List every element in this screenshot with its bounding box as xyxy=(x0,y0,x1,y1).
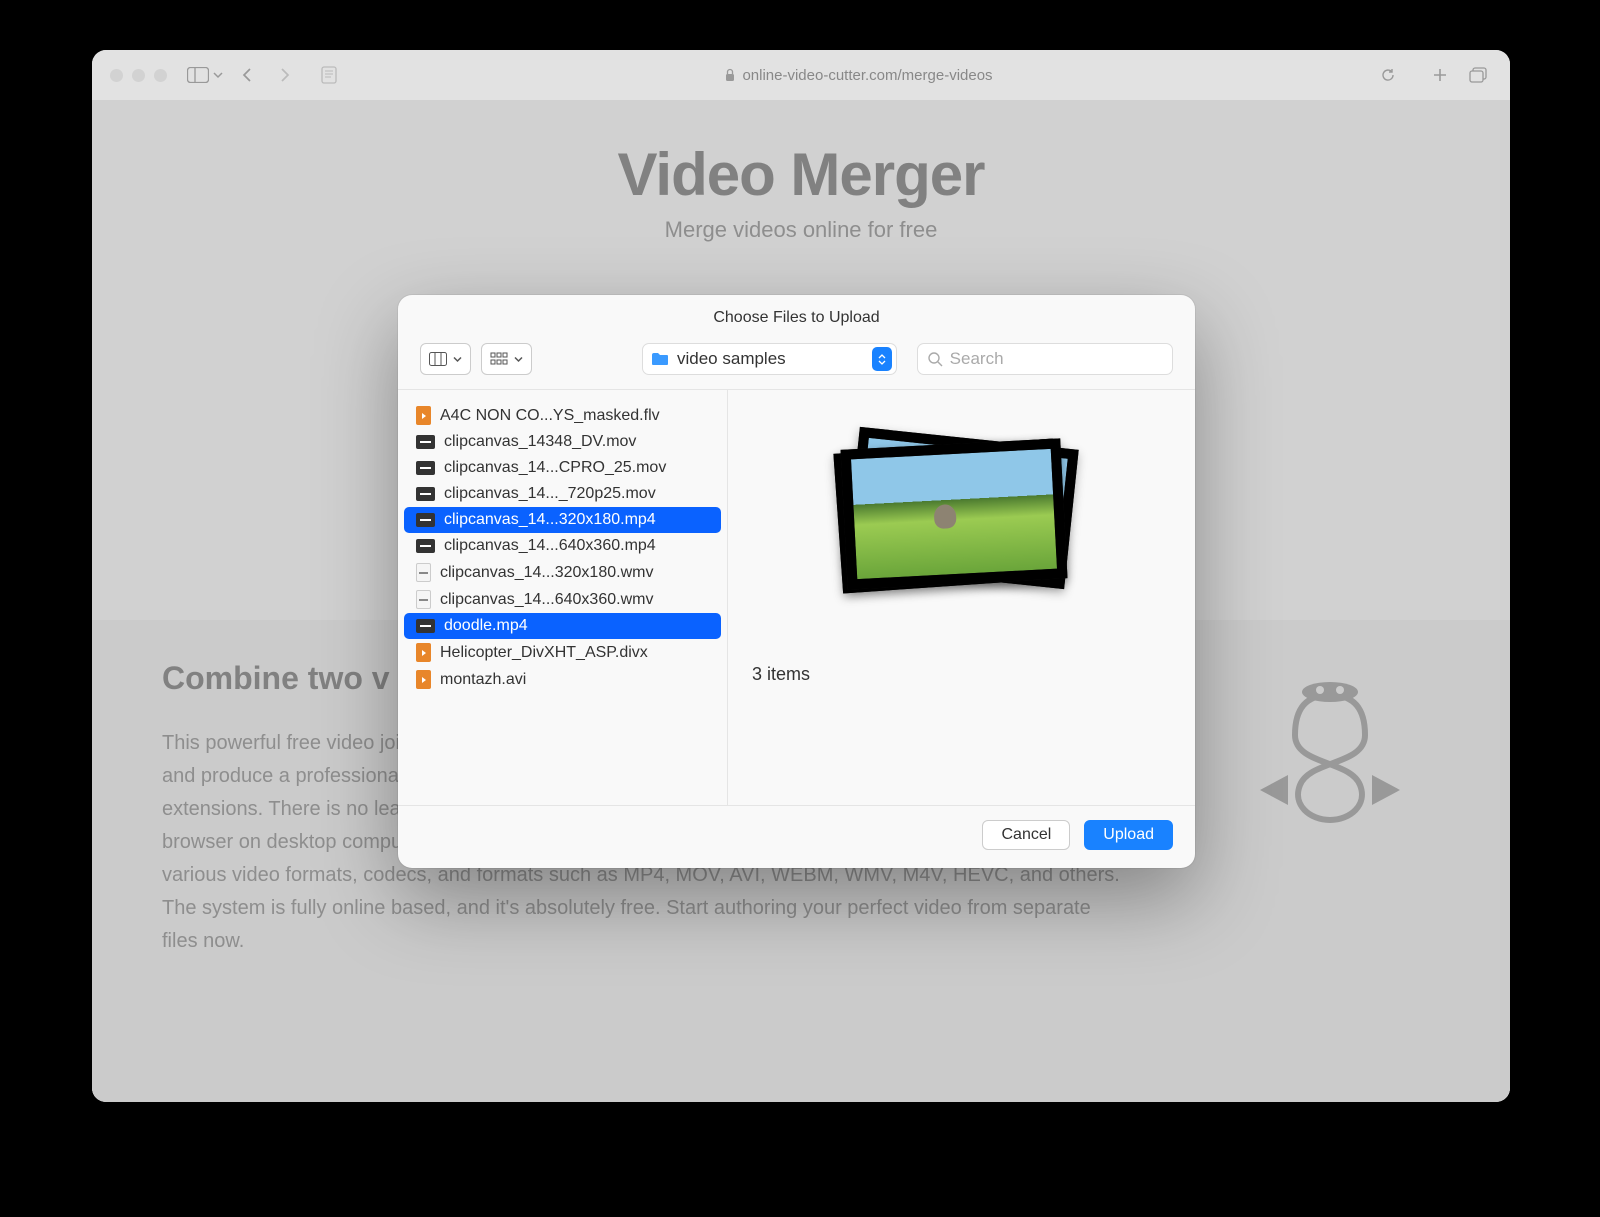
location-caret-icon xyxy=(872,347,892,371)
chevron-down-icon xyxy=(453,356,462,363)
file-item[interactable]: Helicopter_DivXHT_ASP.divx xyxy=(398,639,727,666)
zoom-dot[interactable] xyxy=(154,69,167,82)
tabs-button[interactable] xyxy=(1464,63,1492,87)
dialog-toolbar: video samples Search xyxy=(398,343,1195,389)
file-type-icon xyxy=(416,435,435,449)
file-name: clipcanvas_14...640x360.mp4 xyxy=(444,537,656,555)
file-type-icon xyxy=(416,563,431,582)
dialog-footer: Cancel Upload xyxy=(398,805,1195,868)
file-name: clipcanvas_14...640x360.wmv xyxy=(440,591,653,609)
file-type-icon xyxy=(416,513,435,527)
chevron-down-icon xyxy=(213,71,223,79)
file-name: montazh.avi xyxy=(440,671,526,689)
folder-icon xyxy=(651,352,669,366)
close-dot[interactable] xyxy=(110,69,123,82)
file-type-icon xyxy=(416,461,435,475)
file-item[interactable]: montazh.avi xyxy=(398,666,727,693)
view-columns-button[interactable] xyxy=(420,343,471,375)
file-name: doodle.mp4 xyxy=(444,617,528,635)
browser-toolbar: online-video-cutter.com/merge-videos xyxy=(92,50,1510,100)
items-count: 3 items xyxy=(748,664,1175,685)
file-name: clipcanvas_14...320x180.wmv xyxy=(440,564,653,582)
file-type-icon xyxy=(416,406,431,425)
file-item[interactable]: clipcanvas_14...640x360.mp4 xyxy=(398,533,727,559)
file-type-icon xyxy=(416,590,431,609)
file-name: clipcanvas_14348_DV.mov xyxy=(444,433,636,451)
file-type-icon xyxy=(416,619,435,633)
dialog-title: Choose Files to Upload xyxy=(398,295,1195,343)
file-item[interactable]: clipcanvas_14..._720p25.mov xyxy=(398,481,727,507)
preview-stack xyxy=(832,430,1092,610)
preview-pane: 3 items xyxy=(728,390,1195,805)
file-name: clipcanvas_14...320x180.mp4 xyxy=(444,511,656,529)
file-type-icon xyxy=(416,487,435,501)
file-list[interactable]: A4C NON CO...YS_masked.flv clipcanvas_143… xyxy=(398,390,728,805)
file-item[interactable]: clipcanvas_14...640x360.wmv xyxy=(398,586,727,613)
file-name: clipcanvas_14..._720p25.mov xyxy=(444,485,656,503)
file-type-icon xyxy=(416,539,435,553)
file-item[interactable]: clipcanvas_14...320x180.mp4 xyxy=(404,507,721,533)
sidebar-toggle[interactable] xyxy=(187,67,223,83)
group-by-button[interactable] xyxy=(481,343,532,375)
file-name: Helicopter_DivXHT_ASP.divx xyxy=(440,644,648,662)
columns-icon xyxy=(429,352,447,366)
address-bar[interactable]: online-video-cutter.com/merge-videos xyxy=(383,67,1334,84)
file-item[interactable]: clipcanvas_14348_DV.mov xyxy=(398,429,727,455)
file-item[interactable]: doodle.mp4 xyxy=(404,613,721,639)
upload-button[interactable]: Upload xyxy=(1084,820,1173,850)
search-placeholder: Search xyxy=(950,349,1004,369)
search-icon xyxy=(928,352,943,367)
cancel-button[interactable]: Cancel xyxy=(982,820,1070,850)
reader-button[interactable] xyxy=(315,63,343,87)
location-label: video samples xyxy=(677,349,786,369)
chevron-down-icon xyxy=(514,356,523,363)
file-item[interactable]: A4C NON CO...YS_masked.flv xyxy=(398,402,727,429)
file-name: A4C NON CO...YS_masked.flv xyxy=(440,407,660,425)
dialog-body: A4C NON CO...YS_masked.flv clipcanvas_143… xyxy=(398,389,1195,805)
window-controls xyxy=(110,69,167,82)
grid-icon xyxy=(490,352,508,366)
back-button[interactable] xyxy=(233,63,261,87)
file-name: clipcanvas_14...CPRO_25.mov xyxy=(444,459,666,477)
preview-thumbnail xyxy=(840,438,1067,589)
file-item[interactable]: clipcanvas_14...CPRO_25.mov xyxy=(398,455,727,481)
minimize-dot[interactable] xyxy=(132,69,145,82)
url-text: online-video-cutter.com/merge-videos xyxy=(742,67,992,84)
forward-button[interactable] xyxy=(271,63,299,87)
search-input[interactable]: Search xyxy=(917,343,1173,375)
reload-button[interactable] xyxy=(1374,63,1402,87)
lock-icon xyxy=(724,68,736,82)
file-type-icon xyxy=(416,670,431,689)
file-picker-dialog: Choose Files to Upload video samples xyxy=(398,295,1195,868)
new-tab-button[interactable] xyxy=(1426,63,1454,87)
location-dropdown[interactable]: video samples xyxy=(642,343,897,375)
file-type-icon xyxy=(416,643,431,662)
file-item[interactable]: clipcanvas_14...320x180.wmv xyxy=(398,559,727,586)
